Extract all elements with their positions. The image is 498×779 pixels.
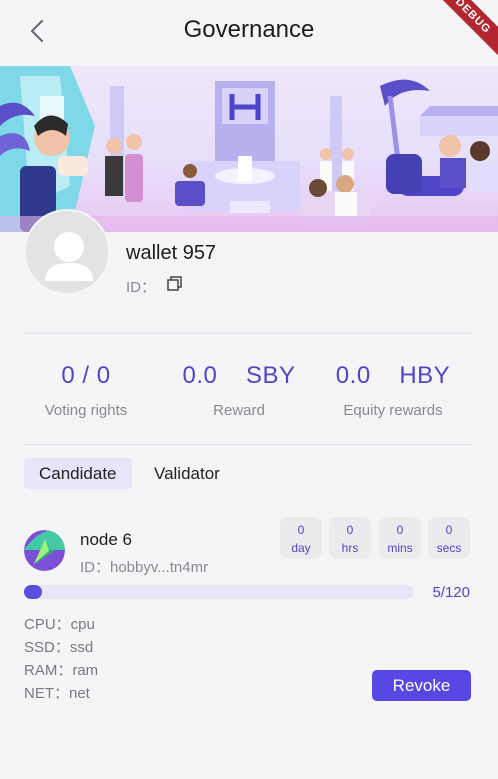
timer-seconds: 0 secs: [428, 517, 470, 559]
spec-ram: RAM：ram: [24, 662, 99, 679]
wallet-id-label: ID：: [126, 279, 157, 296]
timer-minutes: 0 mins: [379, 517, 421, 559]
node-logo-icon: [24, 530, 65, 571]
timer-unit: mins: [387, 541, 413, 555]
node-avatar: [24, 530, 65, 571]
copy-glyph: [167, 276, 182, 291]
progress-fill: [24, 585, 42, 599]
node-name: node 6: [80, 530, 132, 549]
divider: [24, 333, 472, 334]
stat-label: Reward: [213, 402, 265, 419]
avatar: [24, 209, 110, 295]
timer-unit: secs: [436, 541, 462, 555]
spec-net: NET：net: [24, 685, 90, 702]
timer-value: 0: [396, 523, 404, 537]
wallet-name: wallet 957: [126, 242, 217, 264]
stat-equity-rewards: 0.0 HBY Equity rewards: [310, 362, 476, 419]
spec-cpu: CPU：cpu: [24, 616, 95, 633]
page-title: Governance: [183, 16, 315, 43]
timer-days: 0 day: [280, 517, 322, 559]
header: Governance DEBUG: [0, 0, 498, 64]
node-id: ID：hobbyv...tn4mr: [80, 559, 209, 576]
stat-reward: 0.0 SBY Reward: [156, 362, 322, 419]
stat-label: Equity rewards: [343, 402, 443, 419]
user-icon: [45, 232, 93, 281]
stat-value: 0 / 0: [61, 362, 111, 389]
divider: [24, 444, 472, 445]
progress-text: 5/120: [432, 584, 470, 601]
spec-ssd: SSD：ssd: [24, 639, 94, 656]
timer-unit: day: [291, 541, 311, 555]
timer-value: 0: [297, 523, 305, 537]
timer-value: 0: [445, 523, 453, 537]
timer-unit: hrs: [341, 541, 359, 555]
tab-validator[interactable]: Validator: [139, 458, 235, 489]
timer-hours: 0 hrs: [329, 517, 371, 559]
timer-value: 0: [346, 523, 354, 537]
progress-bar: [24, 585, 414, 599]
stat-label: Voting rights: [44, 402, 128, 419]
copy-icon[interactable]: [166, 275, 184, 293]
stat-value: 0.0 HBY: [335, 362, 451, 389]
stat-value: 0.0 SBY: [182, 362, 296, 389]
tab-candidate[interactable]: Candidate: [24, 458, 132, 489]
revoke-button[interactable]: Revoke: [372, 670, 471, 701]
profile-section: wallet 957 ID：: [0, 206, 498, 306]
stat-voting-rights: 0 / 0 Voting rights: [3, 362, 169, 419]
